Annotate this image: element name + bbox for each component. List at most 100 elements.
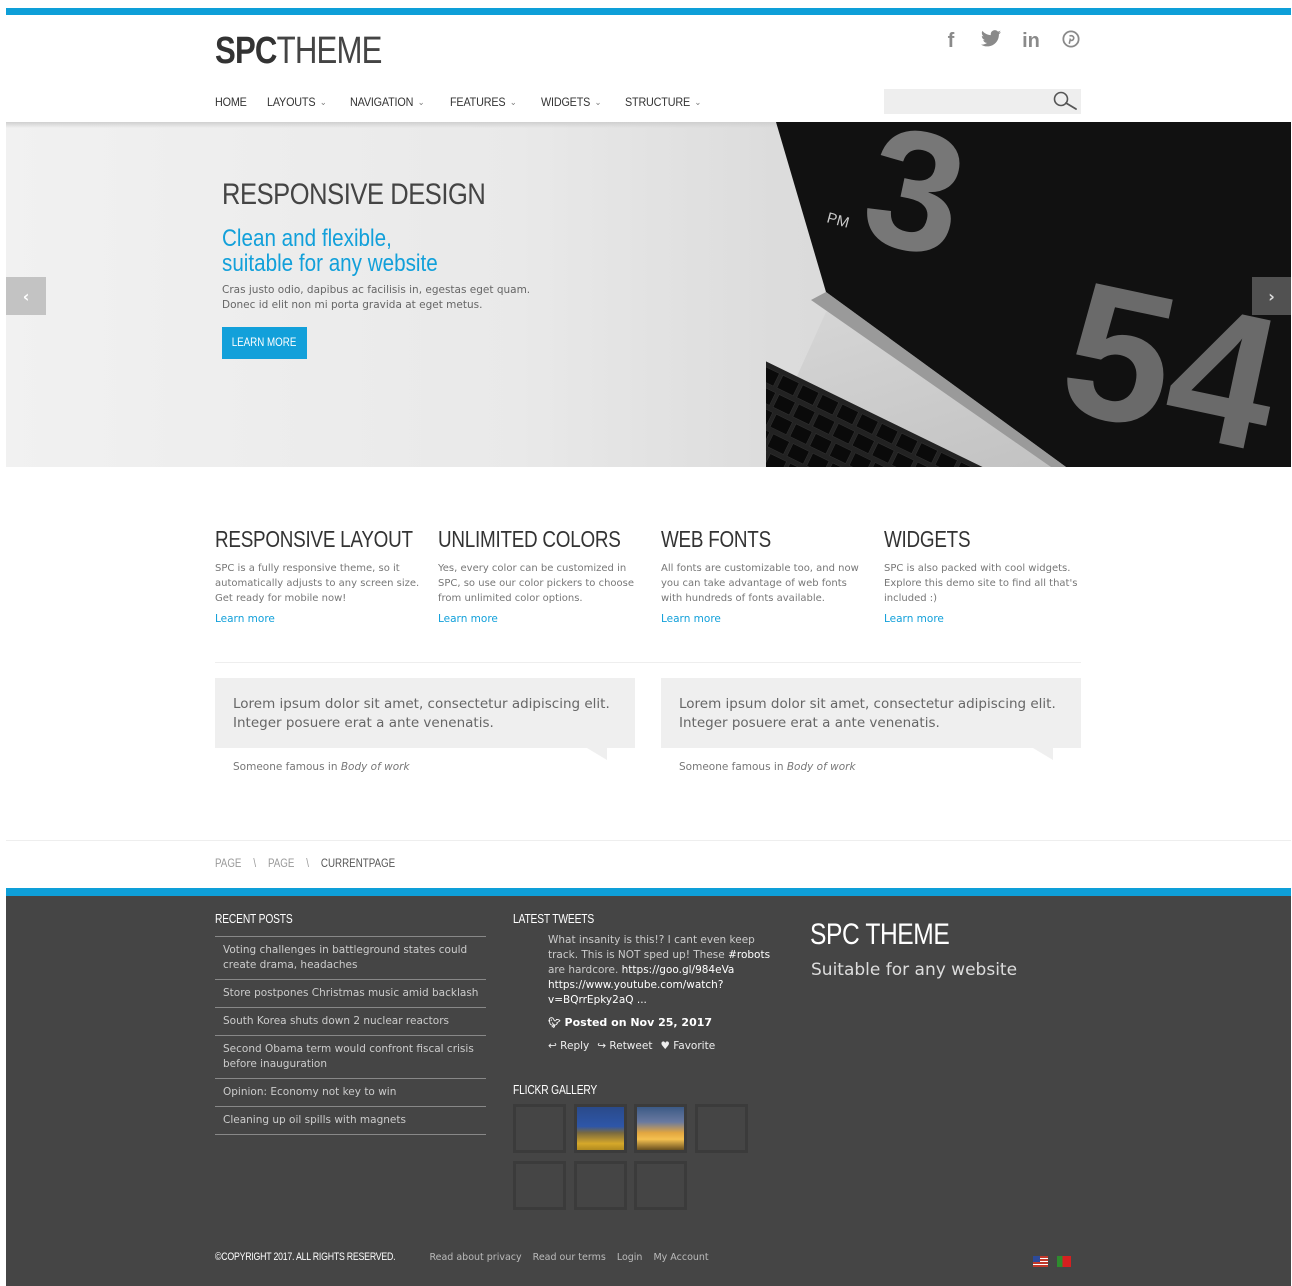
learn-more-label: LEARN MORE [232, 337, 297, 349]
portugal-flag-icon[interactable] [1057, 1256, 1071, 1267]
footer-accent-bar [6, 888, 1291, 896]
hero-subtitle: Clean and flexible, suitable for any web… [222, 226, 438, 276]
feature-title: WIDGETS [884, 526, 971, 552]
recent-post-link[interactable]: Second Obama term would confront fiscal … [215, 1035, 486, 1078]
divider [6, 840, 1291, 841]
breadcrumb-link[interactable]: PAGE [268, 858, 294, 870]
my-account-link[interactable]: My Account [653, 1252, 708, 1263]
feature-widgets: WIDGETS SPC is also packed with cool wid… [884, 526, 1084, 625]
flickr-thumbnail[interactable] [513, 1104, 566, 1153]
laptop-image: PM 3 54 [766, 122, 1291, 467]
reply-label: Reply [560, 1040, 590, 1052]
tweet-link[interactable]: https://goo.gl/984eVa [622, 964, 735, 976]
nav-label: LAYOUTS [267, 95, 316, 109]
feature-learn-more-link[interactable]: Learn more [884, 613, 1084, 625]
us-flag-icon[interactable] [1033, 1256, 1048, 1267]
chevron-down-icon: ⌄ [417, 96, 425, 107]
privacy-link[interactable]: Read about privacy [429, 1252, 521, 1263]
recent-post-link[interactable]: Store postpones Christmas music amid bac… [215, 979, 486, 1007]
favorite-action[interactable]: ♥ Favorite [660, 1040, 715, 1052]
breadcrumb-separator: \ [306, 858, 310, 870]
quote-citation: Someone famous in Body of work [679, 761, 856, 773]
nav-home[interactable]: HOME [215, 95, 247, 109]
hero-text: Cras justo odio, dapibus ac facilisis in… [222, 283, 552, 313]
tweet-link[interactable]: https://www.youtube.com/watch?v=BQrrEpky… [548, 979, 723, 1006]
logo-light: THEME [276, 30, 383, 72]
flickr-gallery-title: FLICKR GALLERY [513, 1083, 598, 1097]
twitter-icon[interactable] [980, 30, 1002, 54]
tweet-text: What insanity is this!? I cant even keep… [548, 933, 773, 1008]
retweet-icon: ↪ [597, 1040, 607, 1052]
feature-learn-more-link[interactable]: Learn more [215, 613, 420, 625]
feature-web-fonts: WEB FONTS All fonts are customizable too… [661, 526, 859, 625]
feature-text: Yes, every color can be customized in SP… [438, 563, 635, 604]
feature-title: UNLIMITED COLORS [438, 526, 621, 552]
quote-source: Body of work [340, 761, 410, 773]
quote-source: Body of work [786, 761, 856, 773]
flickr-thumbnail[interactable] [513, 1161, 566, 1210]
hero-title: RESPONSIVE DESIGN [222, 178, 486, 211]
copyright-text: ©COPYRIGHT 2017. ALL RIGHTS RESERVED. [215, 1251, 396, 1263]
nav-widgets[interactable]: WIDGETS ⌄ [541, 95, 601, 109]
nav-navigation[interactable]: NAVIGATION ⌄ [350, 95, 425, 109]
retweet-action[interactable]: ↪ Retweet [597, 1040, 652, 1052]
tweet-hashtag[interactable]: #robots [728, 949, 770, 961]
slider-next-button[interactable]: › [1252, 277, 1291, 315]
nav-label: STRUCTURE [624, 95, 690, 109]
chevron-down-icon: ⌄ [694, 96, 701, 107]
testimonial-quote: Lorem ipsum dolor sit amet, consectetur … [661, 678, 1081, 760]
tweet-actions: ↩ Reply ↪ Retweet ♥ Favorite [548, 1040, 715, 1052]
footer-brand: SPC THEME [810, 918, 950, 951]
recent-posts-title: RECENT POSTS [215, 912, 293, 926]
footer-tagline: Suitable for any website [811, 960, 1018, 980]
recent-post-link[interactable]: South Korea shuts down 2 nuclear reactor… [215, 1007, 486, 1035]
chevron-left-icon: ‹ [22, 286, 30, 306]
reply-icon: ↩ [548, 1040, 557, 1052]
breadcrumb-separator: \ [253, 858, 257, 870]
hero-subtitle-line: Clean and flexible, [222, 225, 392, 252]
flickr-thumbnail[interactable] [695, 1104, 748, 1153]
tweet-posted-date: 🐦︎ Posted on Nov 25, 2017 [548, 1016, 712, 1029]
flickr-thumbnail[interactable] [634, 1104, 687, 1153]
quote-text: Lorem ipsum dolor sit amet, consectetur … [233, 696, 610, 731]
slider-prev-button[interactable]: ‹ [6, 277, 46, 315]
flickr-thumbnail[interactable] [634, 1161, 687, 1210]
hero-text-line: Donec id elit non mi porta gravida at eg… [222, 299, 483, 311]
reply-action[interactable]: ↩ Reply [548, 1040, 589, 1052]
recent-post-link[interactable]: Cleaning up oil spills with magnets [215, 1106, 486, 1135]
site-logo[interactable]: SPCTHEME [215, 30, 382, 73]
recent-post-link[interactable]: Voting challenges in battleground states… [215, 936, 486, 979]
flickr-thumbnail[interactable] [574, 1104, 627, 1153]
feature-title: WEB FONTS [661, 526, 771, 552]
nav-layouts[interactable]: LAYOUTS ⌄ [267, 95, 327, 109]
flickr-thumbnail[interactable] [574, 1161, 627, 1210]
hero-slider: PM 3 54 [6, 122, 1291, 467]
recent-posts-list: Voting challenges in battleground states… [215, 936, 486, 1135]
quote-tail [1033, 748, 1053, 760]
breadcrumb-link[interactable]: PAGE [215, 858, 241, 870]
login-link[interactable]: Login [617, 1252, 643, 1263]
testimonial-quote: Lorem ipsum dolor sit amet, consectetur … [215, 678, 635, 760]
search-icon[interactable] [1052, 90, 1078, 112]
latest-tweets-title: LATEST TWEETS [513, 912, 595, 926]
main-nav: HOME LAYOUTS ⌄ NAVIGATION ⌄ FEATURES ⌄ WIDG… [215, 95, 726, 109]
learn-more-button[interactable]: LEARN MORE [222, 327, 307, 359]
chevron-down-icon: ⌄ [594, 96, 601, 107]
linkedin-icon[interactable]: in [1020, 30, 1042, 54]
twitter-icon: 🐦︎ [548, 1018, 561, 1029]
nav-structure[interactable]: STRUCTURE ⌄ [625, 95, 701, 109]
facebook-icon[interactable]: f [940, 30, 962, 54]
tweet-body: What insanity is this!? I cant even keep… [548, 934, 755, 961]
feature-learn-more-link[interactable]: Learn more [438, 613, 638, 625]
recent-post-link[interactable]: Opinion: Economy not key to win [215, 1078, 486, 1106]
feature-learn-more-link[interactable]: Learn more [661, 613, 859, 625]
nav-features[interactable]: FEATURES ⌄ [449, 95, 517, 109]
footer-bottom-bar: ©COPYRIGHT 2017. ALL RIGHTS RESERVED. Re… [215, 1251, 709, 1263]
chevron-down-icon: ⌄ [509, 96, 517, 107]
feature-title: RESPONSIVE LAYOUT [215, 526, 413, 552]
feature-text: All fonts are customizable too, and now … [661, 563, 859, 604]
terms-link[interactable]: Read our terms [533, 1252, 606, 1263]
pinterest-icon[interactable] [1060, 30, 1082, 54]
quote-citation: Someone famous in Body of work [233, 761, 410, 773]
nav-label: FEATURES [449, 95, 506, 109]
